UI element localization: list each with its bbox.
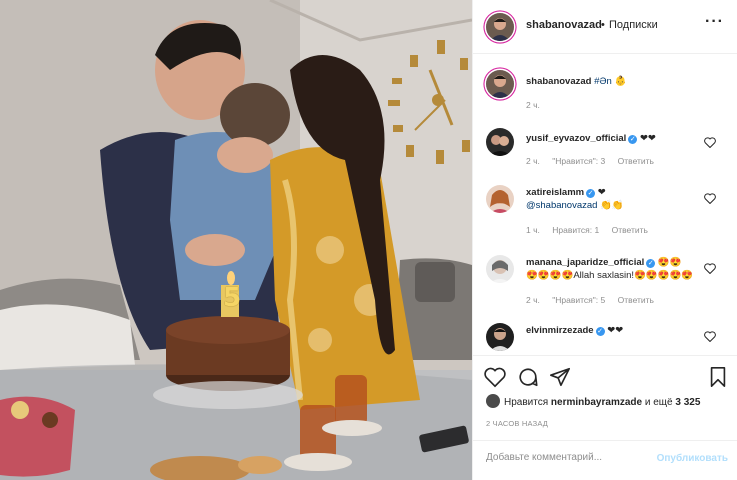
post-timestamp[interactable]: 2 ЧАСОВ НАЗАД	[486, 419, 548, 428]
post-photo[interactable]: 5	[0, 0, 472, 480]
comment-text-line2: 👏👏	[600, 200, 624, 211]
verified-icon: ✓	[595, 327, 605, 336]
comment-text: ❤❤	[607, 325, 624, 336]
comment-time: 2 ч.	[526, 295, 540, 305]
comment-avatar[interactable]	[486, 255, 514, 283]
comment-username[interactable]: elvinmirzezade	[526, 325, 594, 336]
author-username[interactable]: shabanovazad	[526, 19, 602, 31]
caption-text[interactable]: #Ən 👶	[594, 76, 626, 87]
comment-text: ❤	[597, 187, 606, 198]
candle-number: 5	[223, 283, 242, 313]
header-separator: •	[601, 19, 605, 31]
verified-icon: ✓	[646, 259, 656, 268]
comment-username[interactable]: manana_japaridze_official	[526, 257, 644, 268]
comment-username[interactable]: xatireislamm	[526, 187, 584, 198]
author-avatar[interactable]	[486, 13, 514, 41]
verified-icon: ✓	[586, 189, 596, 198]
comment-text: 😍😍	[657, 257, 682, 268]
comment-time: 1 ч.	[526, 225, 540, 235]
comment-text-line2: 😍😍😍😍Allah saxlasin!😍😍😍😍😍	[526, 270, 694, 281]
add-comment-input[interactable]	[486, 452, 646, 463]
add-comment-bar: Опубликовать	[473, 440, 737, 480]
comment-likes[interactable]: "Нравится": 5	[552, 295, 605, 305]
more-icon[interactable]: ···	[705, 13, 724, 31]
like-comment-heart-icon[interactable]	[704, 263, 716, 274]
verified-icon: ✓	[628, 135, 638, 144]
like-comment-heart-icon[interactable]	[704, 137, 716, 148]
comment-text: ❤❤	[639, 133, 656, 144]
comment-mention[interactable]: @shabanovazad	[526, 200, 597, 211]
comment-icon[interactable]	[517, 366, 539, 388]
like-comment-heart-icon[interactable]	[704, 193, 716, 204]
likes-summary[interactable]: Нравится nerminbayramzade и ещё 3 325	[486, 394, 700, 408]
comment-likes[interactable]: "Нравится": 3	[552, 156, 605, 166]
following-button[interactable]: Подписки	[609, 19, 658, 31]
caption-avatar[interactable]	[486, 70, 514, 98]
caption-time: 2 ч.	[526, 100, 540, 110]
likes-suffix: и ещё	[644, 397, 673, 408]
likes-prefix: Нравится	[504, 397, 549, 408]
reply-button[interactable]: Ответить	[618, 295, 654, 305]
photo-scene	[0, 0, 472, 480]
comment-avatar[interactable]	[486, 185, 514, 213]
bookmark-icon[interactable]	[707, 366, 729, 388]
likes-count[interactable]: 3 325	[675, 397, 700, 408]
publish-button[interactable]: Опубликовать	[657, 453, 728, 464]
comment-time: 2 ч.	[526, 156, 540, 166]
post-sidebar: shabanovazad • Подписки ··· shabanovazad…	[472, 0, 737, 480]
like-heart-icon[interactable]	[484, 366, 506, 388]
liker-avatar	[486, 394, 500, 408]
comment-likes[interactable]: Нравится: 1	[552, 225, 599, 235]
reply-button[interactable]: Ответить	[612, 225, 648, 235]
caption-username[interactable]: shabanovazad	[526, 76, 591, 87]
comment-avatar[interactable]	[486, 323, 514, 351]
reply-button[interactable]: Ответить	[618, 156, 654, 166]
liker-username[interactable]: nerminbayramzade	[551, 397, 642, 408]
share-icon[interactable]	[549, 366, 571, 388]
comment-username[interactable]: yusif_eyvazov_official	[526, 133, 626, 144]
like-comment-heart-icon[interactable]	[704, 331, 716, 342]
post-header: shabanovazad • Подписки ···	[473, 0, 737, 54]
comment-avatar[interactable]	[486, 128, 514, 156]
